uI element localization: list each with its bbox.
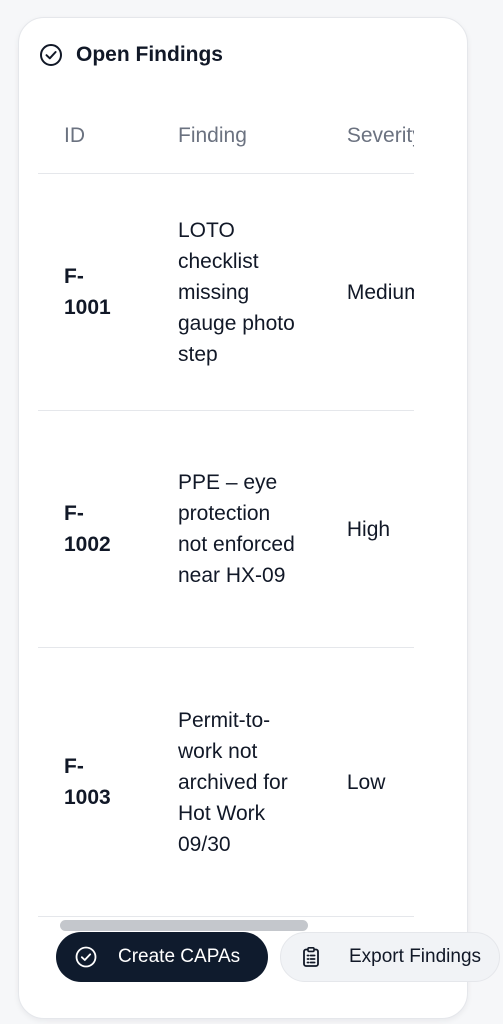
finding-id-cell: F-1001 [38, 173, 178, 411]
findings-table-container[interactable]: ID Finding Severity F-1001 LOTO checklis… [38, 98, 414, 920]
findings-table: ID Finding Severity F-1001 LOTO checklis… [38, 98, 414, 917]
finding-id-cell: F-1003 [38, 647, 178, 917]
card-header: Open Findings [38, 42, 223, 68]
finding-id: F-1001 [64, 265, 111, 319]
create-capas-button[interactable]: Create CAPAs [56, 932, 268, 982]
scrollbar-thumb[interactable] [60, 920, 308, 931]
severity-cell: Low [346, 647, 414, 917]
finding-text-cell: LOTO checklist missing gauge photo step [178, 173, 347, 411]
create-capas-label: Create CAPAs [118, 946, 241, 967]
table-row[interactable]: F-1003 Permit-to-work not archived for H… [38, 647, 414, 917]
horizontal-scrollbar[interactable] [38, 918, 414, 932]
finding-text-cell: Permit-to-work not archived for Hot Work… [178, 647, 347, 917]
finding-text: PPE – eye protection not enforced near H… [178, 471, 295, 587]
finding-text-cell: PPE – eye protection not enforced near H… [178, 410, 347, 648]
severity-cell: High [346, 410, 414, 648]
severity-cell: Medium [346, 173, 414, 411]
finding-id: F-1003 [64, 755, 111, 809]
clipboard-icon [299, 945, 323, 969]
check-circle-icon [74, 945, 98, 969]
table-header-row: ID Finding Severity [38, 98, 414, 174]
finding-id-cell: F-1002 [38, 410, 178, 648]
column-header-id[interactable]: ID [38, 98, 178, 174]
finding-text: LOTO checklist missing gauge photo step [178, 218, 295, 366]
card-title: Open Findings [76, 43, 223, 66]
finding-text: Permit-to-work not archived for Hot Work… [178, 708, 288, 856]
table-row[interactable]: F-1001 LOTO checklist missing gauge phot… [38, 173, 414, 411]
table-row[interactable]: F-1002 PPE – eye protection not enforced… [38, 410, 414, 648]
export-findings-label: Export Findings [349, 946, 482, 967]
finding-id: F-1002 [64, 502, 111, 556]
check-circle-icon [38, 42, 64, 68]
export-findings-button[interactable]: Export Findings [280, 932, 500, 982]
column-header-severity[interactable]: Severity [346, 98, 414, 174]
column-header-finding[interactable]: Finding [178, 98, 347, 174]
